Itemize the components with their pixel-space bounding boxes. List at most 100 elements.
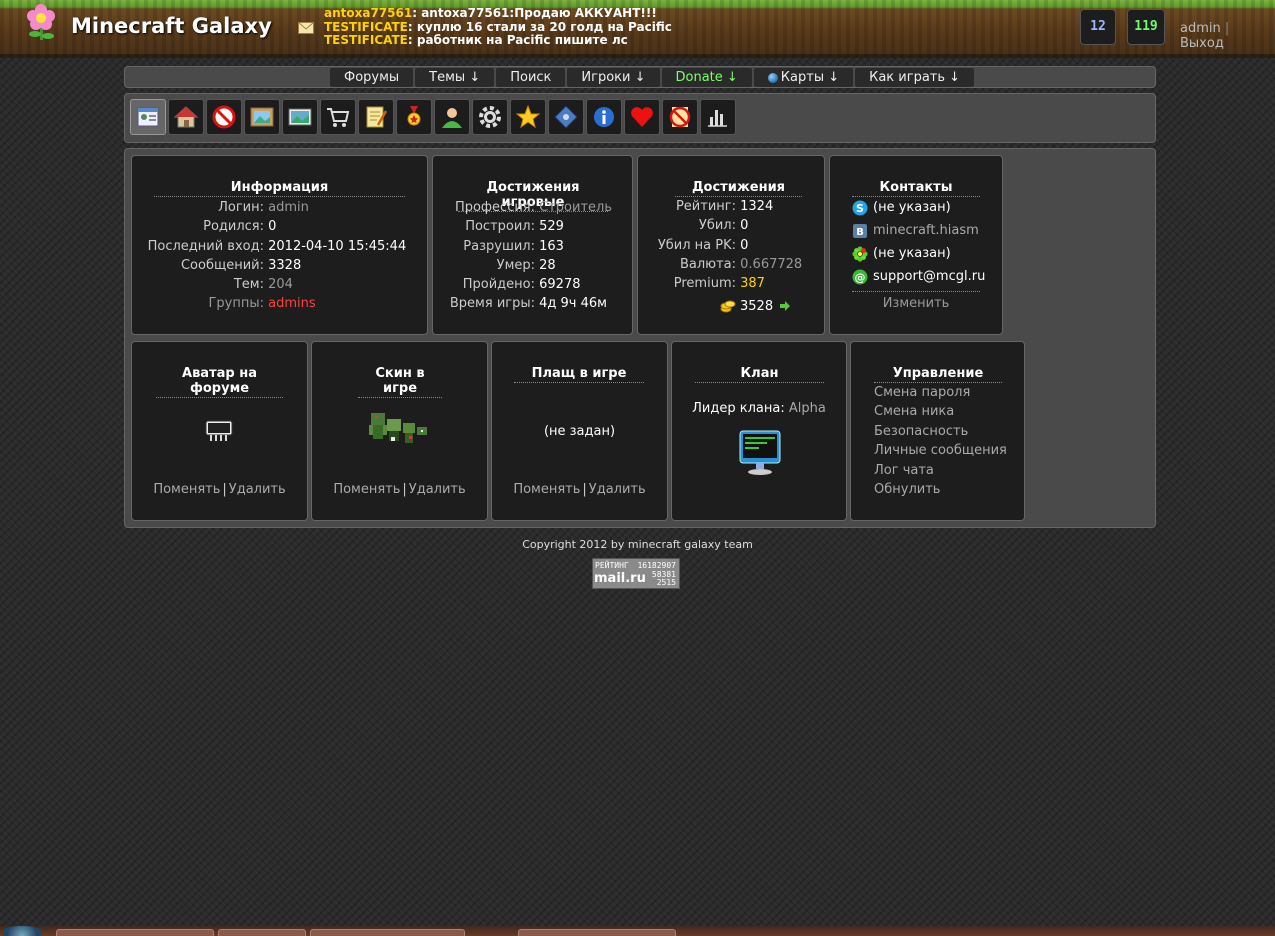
change-nick-link[interactable]: Смена ника: [874, 404, 1007, 423]
chat-nick[interactable]: antoxa77561: [324, 6, 412, 20]
cloak-delete-link[interactable]: Удалить: [589, 482, 646, 497]
cart-icon[interactable]: [320, 99, 356, 135]
row-login: Логин: admin: [218, 200, 309, 215]
avatar-delete-link[interactable]: Удалить: [229, 482, 286, 497]
nav-forums[interactable]: Форумы: [330, 68, 414, 87]
heart-icon[interactable]: [624, 99, 660, 135]
taskbar-button[interactable]: [518, 929, 676, 936]
card-game-achievements: Достижения игровые Профессия: Строитель …: [432, 155, 633, 335]
svg-text:S: S: [856, 202, 864, 215]
contact-skype: S (не указан): [852, 196, 985, 219]
clan-name-link[interactable]: Alpha: [789, 401, 826, 416]
arrow-right-icon[interactable]: [779, 300, 791, 312]
email-at-icon: @: [852, 269, 868, 284]
chat-nick[interactable]: TESTIFICATE: [324, 33, 408, 47]
avatar-actions: Поменять | Удалить: [153, 482, 286, 497]
skype-icon: S: [852, 200, 868, 215]
card-skin: Скин в игре Поменять | Удалить: [311, 341, 488, 521]
card-title: Контакты: [852, 180, 980, 197]
private-messages-link[interactable]: Личные сообщения: [874, 443, 1007, 462]
no-writing-icon[interactable]: [662, 99, 698, 135]
row-groups: Группы: admins: [208, 296, 316, 312]
row-premium: Premium: 387: [673, 276, 765, 292]
gear-icon[interactable]: [472, 99, 508, 135]
puzzle-icon[interactable]: [548, 99, 584, 135]
nav-donate[interactable]: Donate ↓: [661, 68, 752, 87]
nav-search[interactable]: Поиск: [496, 68, 566, 87]
notepad-icon[interactable]: [358, 99, 394, 135]
chat-message: TESTIFICATE: куплю 16 стали за 20 голд н…: [324, 20, 672, 35]
row-topics: Тем: 204: [233, 277, 293, 293]
nav-bar: Форумы Темы ↓ Поиск Игроки ↓ Donate ↓ Ка…: [124, 66, 1156, 88]
taskbar-button[interactable]: [310, 929, 465, 936]
card-title: Аватар на форуме: [156, 366, 283, 398]
reset-link[interactable]: Обнулить: [874, 482, 1007, 501]
coins-value: 3528: [740, 298, 774, 314]
picture-frame-icon[interactable]: [244, 99, 280, 135]
chat-messages: antoxa77561: antoxa77561:Продаю АККУАНТ!…: [324, 6, 672, 48]
username-link[interactable]: admin: [1180, 21, 1221, 36]
chat-message: antoxa77561: antoxa77561:Продаю АККУАНТ!…: [324, 6, 672, 21]
skin-delete-link[interactable]: Удалить: [409, 482, 466, 497]
cloak-change-link[interactable]: Поменять: [513, 482, 580, 497]
change-password-link[interactable]: Смена пароля: [874, 385, 1007, 404]
skin-actions: Поменять | Удалить: [333, 482, 466, 497]
skin-image: [369, 413, 427, 443]
mailru-counter[interactable]: РЕЙТИНГ 16182907 mail.ru 58381 2515: [592, 558, 680, 589]
management-menu: Смена пароля Смена ника Безопасность Лич…: [874, 385, 1007, 501]
landscape-image-icon[interactable]: [282, 99, 318, 135]
edit-contacts-link[interactable]: Изменить: [830, 296, 1002, 311]
clan-leader: Лидер клана: Alpha: [692, 401, 826, 416]
toolbar-icons: [130, 99, 736, 135]
user-icon[interactable]: [434, 99, 470, 135]
house-icon[interactable]: [168, 99, 204, 135]
skin-change-link[interactable]: Поменять: [333, 482, 400, 497]
taskbar-button[interactable]: [218, 929, 306, 936]
coins-icon: [720, 300, 736, 313]
chat-log-link[interactable]: Лог чата: [874, 463, 1007, 482]
nav-topics[interactable]: Темы ↓: [415, 68, 495, 87]
nav-players[interactable]: Игроки ↓: [567, 68, 660, 87]
security-link[interactable]: Безопасность: [874, 424, 1007, 443]
login-value: admin: [268, 200, 309, 215]
site-title[interactable]: Minecraft Galaxy: [71, 14, 272, 38]
row-playtime: Время игры: 4д 9ч 46м: [449, 296, 607, 312]
row-last-login: Последний вход: 2012-04-10 15:45:44: [147, 238, 407, 254]
avatar-change-link[interactable]: Поменять: [153, 482, 220, 497]
svg-text:B: B: [856, 227, 864, 238]
bar-chart-icon[interactable]: [700, 99, 736, 135]
card-info: Информация Логин: admin Родился: 0 После…: [131, 155, 428, 335]
chat-nick[interactable]: TESTIFICATE: [324, 20, 408, 34]
card-avatar: Аватар на форуме Поменять | Удалить: [131, 341, 308, 521]
flower-logo-icon[interactable]: [24, 4, 58, 42]
mail-icon[interactable]: [298, 22, 314, 34]
avatar-chip-image: [205, 420, 233, 441]
counter-players[interactable]: 119: [1127, 9, 1165, 45]
profile-card-icon[interactable]: [130, 99, 166, 135]
card-title: Плащ в игре: [514, 366, 644, 383]
info-icon[interactable]: [586, 99, 622, 135]
start-button[interactable]: [3, 926, 41, 936]
medal-icon[interactable]: [396, 99, 432, 135]
card-title: Информация: [154, 180, 405, 197]
contact-list: S (не указан) B minecraft.hiasm (не указ…: [852, 196, 985, 288]
star-icon[interactable]: [510, 99, 546, 135]
group-link[interactable]: admins: [268, 296, 316, 311]
copyright: Copyright 2012 by minecraft galaxy team: [522, 538, 753, 551]
toolbar: [124, 93, 1156, 143]
counter-online[interactable]: 12: [1080, 9, 1116, 45]
card-title: Клан: [695, 366, 824, 383]
clan-monitor-icon[interactable]: [739, 430, 781, 476]
row-currency: Валюта: 0.667728: [679, 256, 803, 272]
row-died: Умер: 28: [496, 257, 556, 273]
svg-text:@: @: [855, 271, 866, 284]
logout-link[interactable]: Выход: [1180, 36, 1224, 51]
taskbar-button[interactable]: [56, 929, 214, 936]
game-achievement-rows: Профессия: Строитель Построил: 529 Разру…: [433, 200, 632, 316]
nav-maps[interactable]: Карты ↓: [753, 68, 854, 87]
contact-email: @ support@mcgl.ru: [852, 265, 985, 288]
nav-how-to-play[interactable]: Как играть ↓: [855, 68, 975, 87]
contact-icq: (не указан): [852, 242, 985, 265]
ban-icon[interactable]: [206, 99, 242, 135]
row-profession: Профессия: Строитель: [454, 200, 612, 215]
